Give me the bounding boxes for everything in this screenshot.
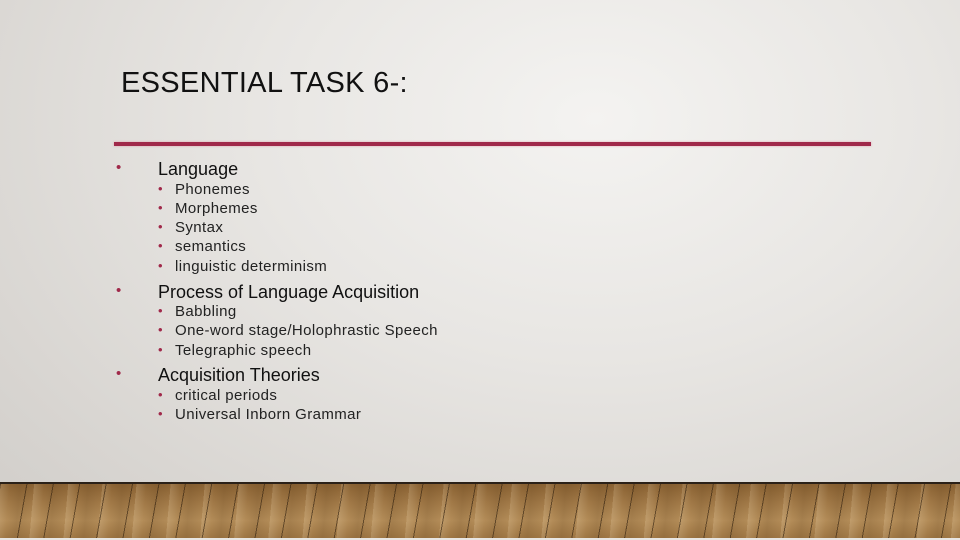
title-divider [114, 142, 871, 146]
list-item: • Babbling [158, 303, 237, 320]
section-heading-text: Language [158, 159, 239, 179]
list-item: • Morphemes [158, 200, 258, 217]
list-item-text: linguistic determinism [175, 258, 328, 275]
list-item: • One-word stage/Holophrastic Speech [158, 322, 438, 339]
wood-floor-decoration [0, 482, 960, 540]
section-heading: • Acquisition Theories [116, 365, 320, 386]
list-item-text: Syntax [175, 219, 224, 236]
list-item: • Syntax [158, 219, 224, 236]
list-item: • semantics [158, 238, 247, 255]
bullet-icon: • [158, 342, 163, 357]
bullet-icon: • [116, 159, 122, 176]
section-heading-text: Acquisition Theories [158, 365, 320, 385]
slide: ESSENTIAL TASK 6-: • Language • Phonemes … [0, 0, 960, 540]
section-heading: • Process of Language Acquisition [116, 282, 420, 303]
bullet-icon: • [158, 322, 163, 337]
section-heading: • Language [116, 159, 239, 180]
list-item-text: Universal Inborn Grammar [175, 406, 362, 423]
bullet-icon: • [158, 238, 163, 253]
bullet-icon: • [158, 303, 163, 318]
list-item-text: Telegraphic speech [175, 342, 312, 359]
bullet-icon: • [158, 219, 163, 234]
section-heading-text: Process of Language Acquisition [158, 282, 420, 302]
bullet-icon: • [158, 406, 163, 421]
list-item: • critical periods [158, 387, 278, 404]
bullet-icon: • [116, 282, 122, 299]
bullet-icon: • [158, 387, 163, 402]
bullet-icon: • [116, 365, 122, 382]
list-item: • Universal Inborn Grammar [158, 406, 362, 423]
list-item: • Phonemes [158, 181, 250, 198]
bullet-icon: • [158, 181, 163, 196]
bullet-icon: • [158, 258, 163, 273]
list-item-text: critical periods [175, 387, 278, 404]
list-item-text: Babbling [175, 303, 237, 320]
bullet-icon: • [158, 200, 163, 215]
list-item-text: One-word stage/Holophrastic Speech [175, 322, 438, 339]
list-item-text: Morphemes [175, 200, 258, 217]
list-item: • linguistic determinism [158, 258, 328, 275]
list-item-text: semantics [175, 238, 247, 255]
slide-title: ESSENTIAL TASK 6-: [121, 67, 408, 99]
list-item-text: Phonemes [175, 181, 250, 198]
list-item: • Telegraphic speech [158, 342, 312, 359]
